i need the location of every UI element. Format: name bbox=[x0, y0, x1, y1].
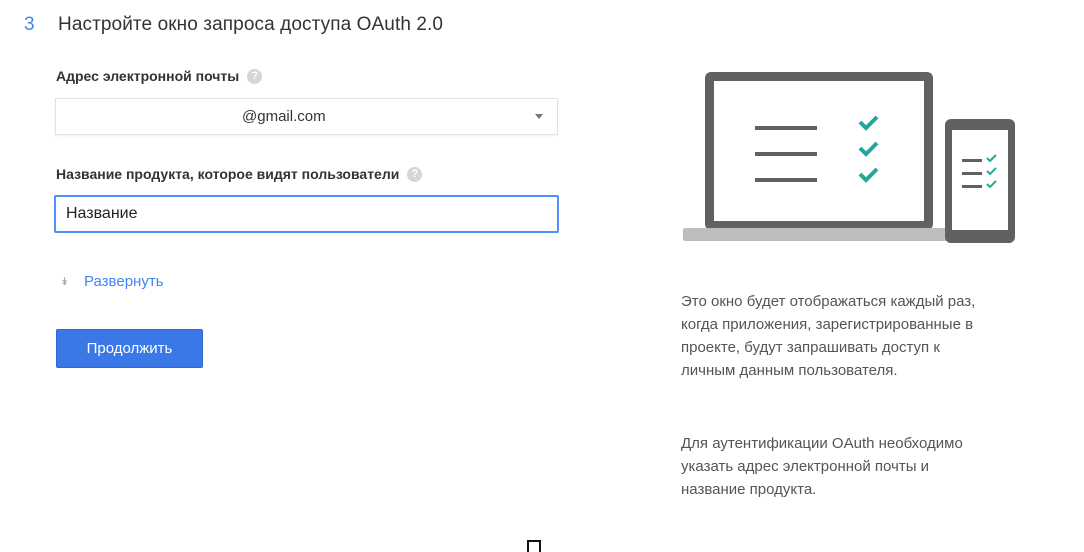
double-chevron-down-icon: ↡ bbox=[60, 276, 70, 288]
laptop-phone-checklist-illustration bbox=[683, 72, 1015, 243]
laptop-base bbox=[683, 228, 948, 241]
text-cursor-icon bbox=[527, 540, 541, 552]
list-line-icon bbox=[755, 152, 817, 156]
list-line-icon bbox=[962, 159, 982, 162]
laptop-screen bbox=[714, 81, 924, 221]
list-line-icon bbox=[962, 172, 982, 175]
info-line: личным данным пользователя. bbox=[681, 362, 898, 379]
step-title: Настройте окно запроса доступа OAuth 2.0 bbox=[58, 14, 444, 35]
info-line: Это окно будет отображаться каждый раз, bbox=[681, 293, 976, 310]
help-circle-icon[interactable]: ? bbox=[247, 68, 263, 84]
list-line-icon bbox=[755, 178, 817, 182]
product-name-input[interactable] bbox=[54, 195, 559, 233]
step-number: 3 bbox=[24, 14, 35, 35]
info-paragraph-2: Для аутентификации OAuth необходимо указ… bbox=[681, 432, 1081, 501]
step-header: 3 Настройте окно запроса доступа OAuth 2… bbox=[24, 8, 443, 42]
info-line: проекте, будут запрашивать доступ к bbox=[681, 339, 940, 356]
info-line: название продукта. bbox=[681, 481, 817, 498]
list-line-icon bbox=[962, 185, 982, 188]
phone-screen bbox=[952, 130, 1008, 230]
info-paragraph-1: Это окно будет отображаться каждый раз, … bbox=[681, 290, 1081, 382]
expand-link[interactable]: ↡ Развернуть bbox=[60, 273, 164, 290]
email-select-value: @gmail.com bbox=[242, 108, 326, 125]
info-line: Для аутентификации OAuth необходимо bbox=[681, 435, 963, 452]
info-line: когда приложения, зарегистрированные в bbox=[681, 316, 974, 333]
expand-label: Развернуть bbox=[84, 273, 164, 290]
dropdown-arrow-icon bbox=[535, 114, 543, 119]
email-label-row: Адрес электронной почты ? bbox=[56, 68, 263, 84]
product-name-label: Название продукта, которое видят пользов… bbox=[56, 166, 400, 182]
info-line: указать адрес электронной почты и bbox=[681, 458, 930, 475]
product-name-label-row: Название продукта, которое видят пользов… bbox=[56, 166, 423, 182]
email-label: Адрес электронной почты bbox=[56, 68, 240, 84]
list-line-icon bbox=[755, 126, 817, 130]
continue-button[interactable]: Продолжить bbox=[56, 329, 203, 368]
help-circle-icon[interactable]: ? bbox=[407, 166, 423, 182]
email-select[interactable]: @gmail.com bbox=[55, 98, 558, 135]
